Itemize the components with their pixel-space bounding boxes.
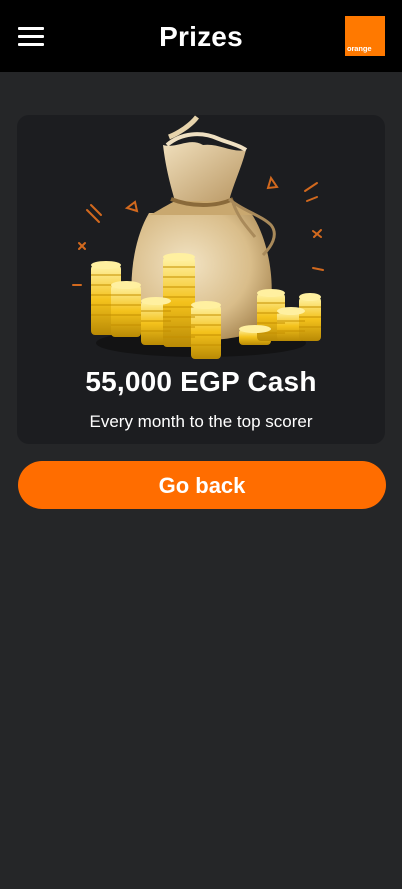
orange-logo: orange: [345, 16, 385, 56]
page-title: Prizes: [159, 21, 243, 52]
hamburger-menu-button[interactable]: [16, 24, 46, 48]
money-bag-icon: [72, 115, 324, 359]
menu-line-2: [18, 35, 44, 38]
go-back-button[interactable]: Go back: [18, 461, 386, 509]
prize-description: Every month to the top scorer: [89, 412, 313, 431]
menu-line-1: [18, 27, 44, 30]
top-bar: Prizes orange: [0, 0, 402, 72]
brand-logo-text: orange: [347, 44, 372, 53]
prize-amount: 55,000 EGP Cash: [85, 366, 317, 397]
prize-card: 55,000 EGP Cash Every month to the top s…: [17, 115, 385, 444]
menu-line-3: [18, 43, 44, 46]
